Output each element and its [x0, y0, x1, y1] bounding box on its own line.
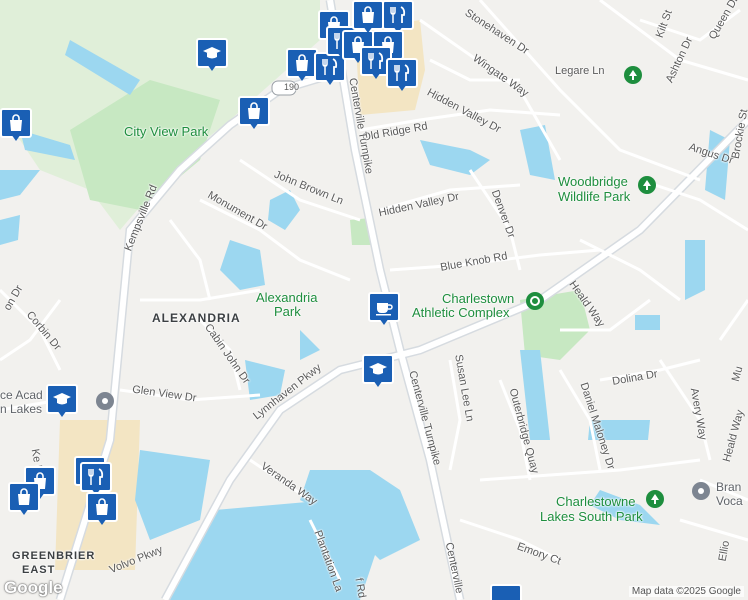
place-academy-line-2[interactable]: n Lakes: [0, 402, 42, 416]
map-pin-icon[interactable]: [490, 584, 522, 600]
school-icon[interactable]: [46, 384, 78, 418]
place-charlestown-line-2[interactable]: Athletic Complex: [412, 305, 510, 320]
map-attribution[interactable]: Map data ©2025 Google: [628, 586, 744, 597]
place-charlestowne-lakes-line-2[interactable]: Lakes South Park: [540, 509, 643, 524]
shopping-bag-icon[interactable]: [0, 108, 32, 142]
place-city-view-park[interactable]: City View Park: [124, 124, 208, 139]
place-alexandria-park-line-1[interactable]: Alexandria: [256, 290, 317, 305]
neighborhood-greenbrier-line-2: EAST: [22, 564, 56, 576]
map-canvas[interactable]: 190 Stonehaven Dr Wingate Way Legare Ln …: [0, 0, 748, 600]
school-icon[interactable]: [362, 354, 394, 388]
shopping-bag-icon[interactable]: [86, 492, 118, 526]
shopping-bag-icon[interactable]: [8, 482, 40, 516]
place-woodbridge-line-2[interactable]: Wildlife Park: [558, 189, 630, 204]
place-academy-line-1[interactable]: ce Acad: [0, 388, 43, 402]
neighborhood-greenbrier-line-1: GREENBRIER: [12, 550, 96, 562]
place-bran-line-2[interactable]: Voca: [716, 494, 743, 508]
park-marker-icon[interactable]: [638, 176, 656, 194]
school-icon[interactable]: [196, 38, 228, 72]
school-dot-icon[interactable]: [96, 392, 114, 410]
school-dot-icon[interactable]: [692, 482, 710, 500]
neighborhood-alexandria: ALEXANDRIA: [152, 311, 241, 325]
restaurant-icon[interactable]: [386, 58, 418, 92]
park-marker-icon[interactable]: [646, 490, 664, 508]
road-label-legare: Legare Ln: [555, 65, 605, 77]
restaurant-icon[interactable]: [80, 462, 112, 496]
shopping-bag-icon[interactable]: [352, 0, 384, 34]
place-alexandria-park-line-2[interactable]: Park: [274, 304, 301, 319]
restaurant-icon[interactable]: [382, 0, 414, 34]
place-bran-line-1[interactable]: Bran: [716, 480, 741, 494]
place-charlestowne-lakes-line-1[interactable]: Charlestowne: [556, 494, 636, 509]
shopping-bag-icon[interactable]: [238, 96, 270, 130]
google-logo: Google: [4, 578, 63, 597]
cafe-icon[interactable]: [368, 292, 400, 326]
place-charlestown-line-1[interactable]: Charlestown: [442, 291, 514, 306]
stadium-marker-icon[interactable]: [526, 292, 544, 310]
route-190-shield-label: 190: [284, 82, 300, 92]
park-marker-icon[interactable]: [624, 66, 642, 84]
place-woodbridge-line-1[interactable]: Woodbridge: [558, 174, 628, 189]
